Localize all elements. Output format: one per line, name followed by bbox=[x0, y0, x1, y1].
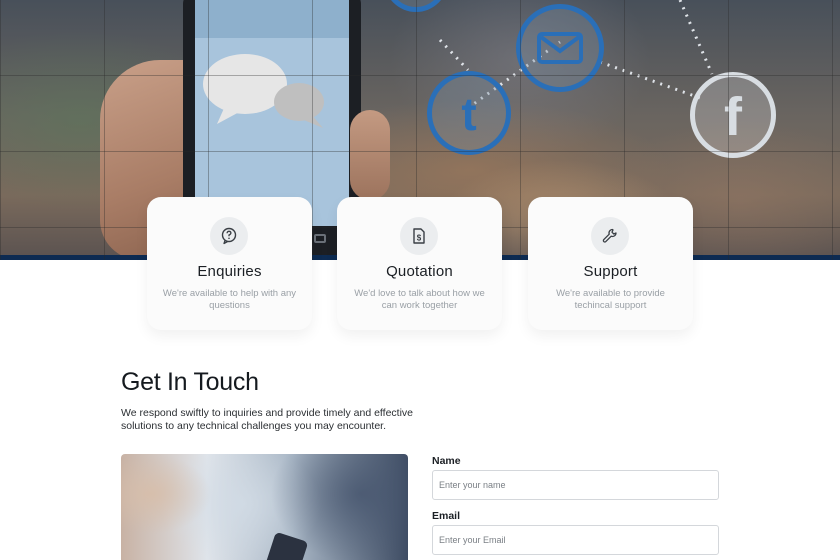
feature-title: Enquiries bbox=[197, 263, 262, 280]
section-description: We respond swiftly to inquiries and prov… bbox=[121, 407, 414, 432]
name-label: Name bbox=[432, 455, 461, 467]
svg-text:$: $ bbox=[417, 234, 422, 243]
email-input[interactable] bbox=[432, 525, 719, 555]
feature-description: We're available to provide techincal sup… bbox=[556, 288, 665, 311]
svg-text:f: f bbox=[724, 87, 743, 143]
feature-description: We'd love to talk about how we can work … bbox=[354, 288, 485, 311]
feature-card-support: Support We're available to provide techi… bbox=[528, 197, 693, 330]
facebook-icon: f bbox=[690, 72, 776, 158]
section-title: Get In Touch bbox=[121, 368, 259, 396]
question-mark-icon bbox=[210, 217, 248, 255]
feature-card-quotation: $ Quotation We'd love to talk about how … bbox=[337, 197, 502, 330]
twitter-icon: t bbox=[427, 71, 511, 155]
svg-text:t: t bbox=[461, 88, 476, 138]
feature-title: Support bbox=[583, 263, 638, 280]
contact-photo bbox=[121, 454, 408, 560]
name-input[interactable] bbox=[432, 470, 719, 500]
feature-title: Quotation bbox=[386, 263, 453, 280]
feature-description: We're available to help with any questio… bbox=[162, 288, 297, 311]
feature-card-enquiries: Enquiries We're available to help with a… bbox=[147, 197, 312, 330]
email-label: Email bbox=[432, 510, 461, 522]
wrench-icon bbox=[591, 217, 629, 255]
document-dollar-icon: $ bbox=[400, 217, 438, 255]
email-icon bbox=[516, 4, 604, 92]
